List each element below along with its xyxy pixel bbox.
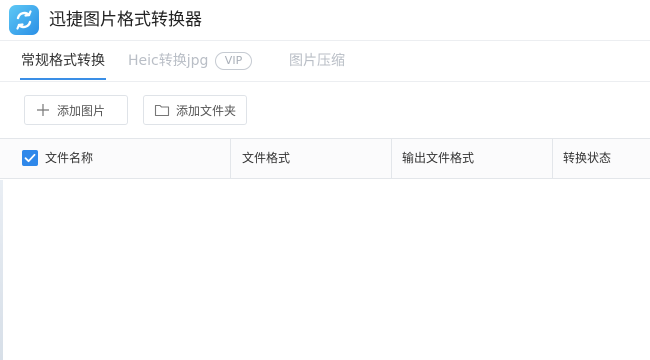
add-image-button[interactable]: 添加图片 [24,95,128,125]
app-title: 迅捷图片格式转换器 [49,10,202,30]
window-edge [0,180,3,360]
tab-bar: 常规格式转换 Heic转换jpg VIP 图片压缩 [0,41,650,82]
column-divider[interactable] [391,139,392,178]
plus-icon [35,102,51,118]
column-header-output-format[interactable]: 输出文件格式 [402,139,474,178]
vip-badge: VIP [215,52,252,70]
add-folder-label: 添加文件夹 [176,103,237,118]
file-list-area[interactable] [0,179,650,360]
active-tab-indicator [20,78,106,80]
tab-heic-to-jpg[interactable]: Heic转换jpg [128,51,208,71]
add-folder-button[interactable]: 添加文件夹 [143,95,247,125]
tab-image-compress[interactable]: 图片压缩 [289,51,345,71]
app-logo-icon [9,5,39,35]
title-bar: 迅捷图片格式转换器 [0,0,650,41]
column-divider[interactable] [552,139,553,178]
column-divider[interactable] [230,139,231,178]
folder-icon [154,102,170,118]
column-header-status[interactable]: 转换状态 [563,139,611,178]
tab-general-conversion[interactable]: 常规格式转换 [21,51,105,71]
select-all-checkbox[interactable] [22,150,38,166]
column-header-file-format[interactable]: 文件格式 [242,139,290,178]
table-header: 文件名称 文件格式 输出文件格式 转换状态 [0,138,650,179]
add-image-label: 添加图片 [57,103,106,118]
column-header-file-name[interactable]: 文件名称 [45,139,93,178]
